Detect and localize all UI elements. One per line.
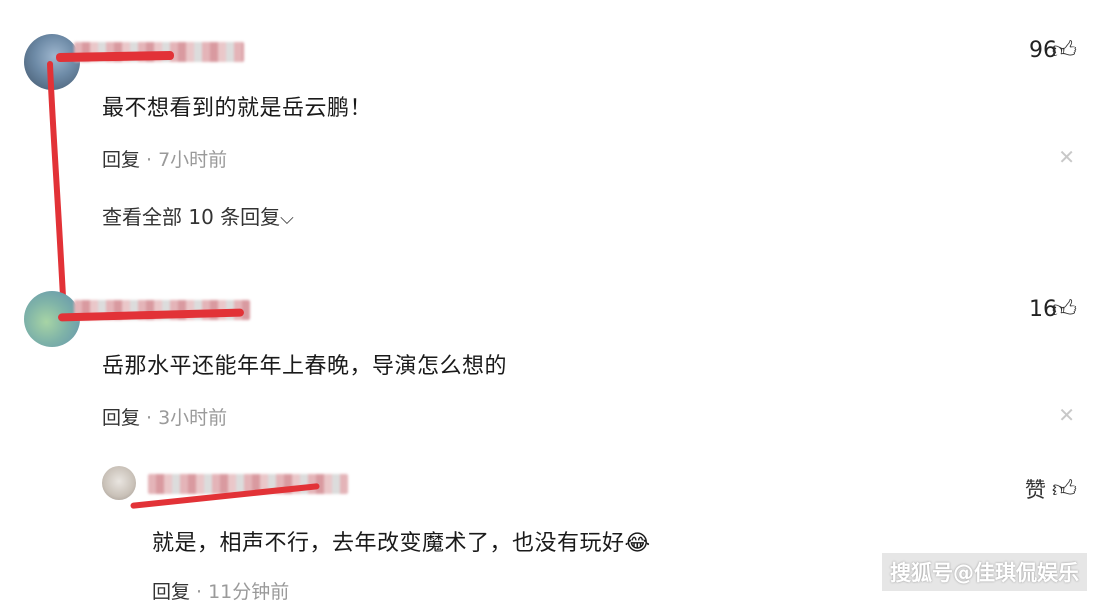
watermark: 搜狐号@佳琪侃娱乐: [882, 553, 1087, 591]
comment-meta: 回复 · 7小时前: [102, 145, 227, 172]
reply-text: 就是，相声不行，去年改变魔术了，也没有玩好😂: [152, 525, 651, 557]
timestamp: 3小时前: [158, 407, 228, 429]
close-icon[interactable]: ✕: [1058, 403, 1075, 427]
view-all-label: 查看全部 10 条回复: [102, 205, 281, 229]
comment-text: 最不想看到的就是岳云鹏！: [102, 96, 373, 121]
separator-dot: ·: [196, 581, 203, 603]
timestamp: 7小时前: [158, 149, 228, 171]
avatar[interactable]: [102, 466, 136, 500]
like-button[interactable]: 赞 👍︎: [1025, 474, 1077, 504]
annotation-line: [47, 61, 67, 319]
chevron-down-icon: ⌵: [280, 208, 294, 229]
comment-text: 岳那水平还能年年上春晚，导演怎么想的: [102, 354, 508, 379]
comment-meta: 回复 · 3小时前: [102, 403, 227, 430]
reply-button[interactable]: 回复: [102, 407, 140, 429]
thumbs-up-icon[interactable]: 👍︎: [1052, 295, 1077, 324]
laughing-emoji: 😂: [624, 531, 651, 556]
reply-button[interactable]: 回复: [102, 149, 140, 171]
reply-button[interactable]: 回复: [152, 581, 190, 603]
thumbs-up-icon[interactable]: 👍︎: [1052, 36, 1077, 65]
view-all-replies-link[interactable]: 查看全部 10 条回复⌵: [102, 201, 294, 230]
like-label: 赞: [1024, 478, 1046, 502]
separator-dot: ·: [146, 149, 153, 171]
timestamp: 11分钟前: [208, 581, 290, 603]
close-icon[interactable]: ✕: [1058, 145, 1075, 169]
separator-dot: ·: [146, 407, 153, 429]
reply-meta: 回复 · 11分钟前: [152, 577, 289, 604]
thumbs-up-icon: 👍︎: [1051, 475, 1077, 503]
reply-text-body: 就是，相声不行，去年改变魔术了，也没有玩好: [152, 531, 625, 556]
